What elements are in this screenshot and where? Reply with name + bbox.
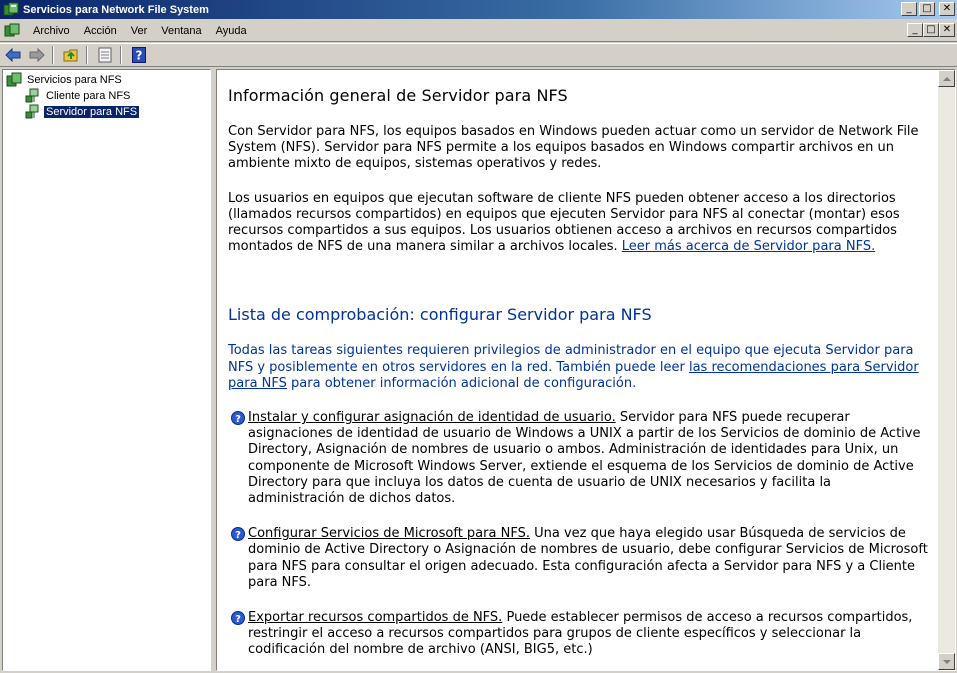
overview-paragraph-2: Los usuarios en equipos que ejecutan sof… (228, 191, 928, 256)
forward-button[interactable] (26, 45, 48, 65)
svg-text:?: ? (235, 614, 241, 625)
console-tree: Servicios para NFS Cliente para NFS Serv… (2, 69, 211, 671)
scroll-down-arrow-icon (942, 659, 951, 664)
mmc-window: Servicios para Network File System _ □ ✕… (0, 0, 957, 673)
toolbar-separator (120, 46, 122, 64)
properties-button[interactable] (94, 45, 116, 65)
tree-node-label: Servidor para NFS (44, 106, 140, 118)
task-item: ? Instalar y configurar asignación de id… (228, 410, 928, 507)
tree-node-label: Servicios para NFS (27, 74, 122, 86)
scroll-down-button[interactable] (938, 653, 955, 670)
forward-arrow-icon (29, 48, 45, 62)
menu-ver[interactable]: Ver (124, 25, 155, 37)
vertical-scrollbar[interactable] (938, 70, 955, 670)
back-arrow-icon (5, 48, 21, 62)
help-question-icon: ? (231, 527, 245, 542)
menu-ayuda[interactable]: Ayuda (209, 25, 254, 37)
title-bar[interactable]: Servicios para Network File System _ □ ✕ (0, 0, 957, 19)
task-item: ? Configurar Servicios de Microsoft para… (228, 526, 928, 591)
menu-bar: Archivo Acción Ver Ventana Ayuda (0, 20, 957, 42)
overview-paragraph-1: Con Servidor para NFS, los equipos basad… (228, 124, 919, 172)
child-restore-button[interactable]: □ (923, 23, 939, 37)
help-button[interactable]: ? (128, 45, 150, 65)
tree-root-node[interactable]: Servicios para NFS (6, 72, 124, 88)
checklist-title: Lista de comprobación: configurar Servid… (228, 305, 652, 325)
overview-title: Información general de Servidor para NFS (228, 86, 568, 105)
details-pane: Información general de Servidor para NFS… (216, 69, 956, 671)
child-close-button[interactable]: ✕ (939, 23, 955, 37)
svg-text:?: ? (235, 414, 241, 425)
nfs-services-icon (6, 72, 22, 87)
tree-node-label: Cliente para NFS (46, 90, 131, 102)
child-minimize-button[interactable]: _ (907, 23, 923, 37)
checklist-intro: Todas las tareas siguientes requieren pr… (228, 343, 928, 392)
learn-more-link[interactable]: Leer más acerca de Servidor para NFS. (622, 239, 875, 254)
properties-icon (98, 47, 112, 63)
window-title: Servicios para Network File System (23, 3, 209, 16)
scroll-up-button[interactable] (938, 70, 955, 87)
menu-ventana[interactable]: Ventana (154, 25, 208, 37)
nfs-server-icon (25, 104, 39, 119)
toolbar-separator (52, 46, 54, 64)
scroll-up-arrow-icon (942, 76, 951, 81)
task-link-export-shares[interactable]: Exportar recursos compartidos de NFS. (248, 610, 502, 625)
toolbar: ? (0, 43, 957, 67)
task-item: ? Exportar recursos compartidos de NFS. … (228, 610, 928, 659)
menu-accion[interactable]: Acción (77, 25, 124, 37)
nfs-client-icon (25, 88, 39, 103)
back-button[interactable] (2, 45, 24, 65)
tree-node-cliente[interactable]: Cliente para NFS (25, 88, 132, 104)
close-button[interactable]: ✕ (939, 2, 955, 16)
tree-node-servidor[interactable]: Servidor para NFS (25, 104, 140, 120)
help-question-icon: ? (231, 611, 245, 626)
task-link-configure-services[interactable]: Configurar Servicios de Microsoft para N… (248, 526, 530, 541)
menu-archivo[interactable]: Archivo (26, 25, 77, 37)
console-menu-icon[interactable] (4, 23, 20, 39)
svg-text:?: ? (235, 530, 241, 541)
minimize-button[interactable]: _ (901, 2, 917, 16)
up-level-button[interactable] (60, 45, 82, 65)
help-question-icon: ? (231, 411, 245, 426)
maximize-button[interactable]: □ (919, 2, 935, 16)
nfs-services-icon (3, 2, 19, 15)
task-link-identity-mapping[interactable]: Instalar y configurar asignación de iden… (248, 410, 616, 425)
svg-text:?: ? (136, 49, 143, 63)
up-folder-icon (63, 49, 78, 62)
checklist-intro-end: para obtener información adicional de co… (291, 375, 637, 391)
toolbar-separator (86, 46, 88, 64)
help-icon: ? (132, 47, 146, 63)
